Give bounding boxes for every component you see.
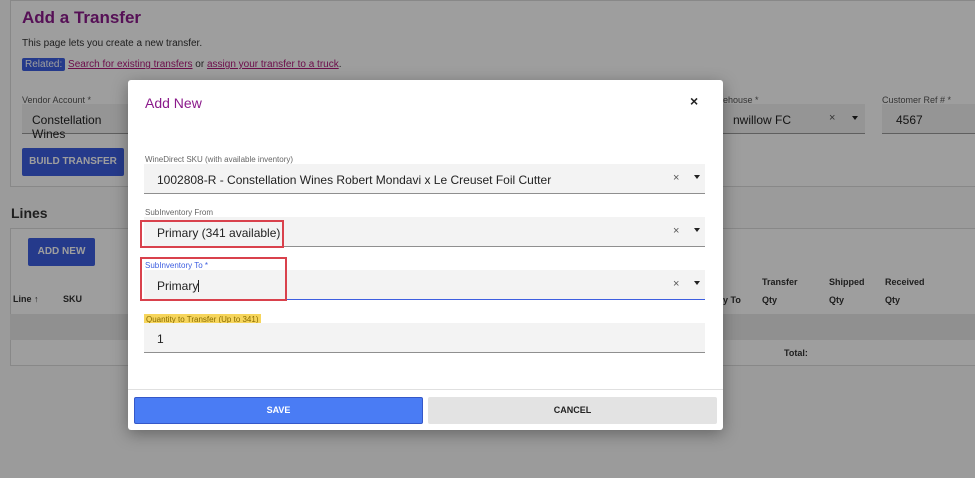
chevron-down-icon[interactable] bbox=[694, 228, 700, 232]
clear-icon[interactable]: × bbox=[673, 278, 679, 290]
add-new-dialog: Add New × WineDirect SKU (with available… bbox=[128, 80, 723, 430]
highlight-box bbox=[140, 220, 284, 248]
sku-select[interactable]: 1002808-R - Constellation Wines Robert M… bbox=[144, 164, 705, 194]
dialog-footer-divider bbox=[128, 389, 723, 390]
save-button[interactable]: SAVE bbox=[134, 397, 423, 424]
quantity-input[interactable]: 1 bbox=[144, 323, 705, 353]
sku-value: 1002808-R - Constellation Wines Robert M… bbox=[157, 173, 552, 187]
quantity-value: 1 bbox=[157, 332, 164, 346]
highlight-box bbox=[140, 257, 287, 301]
clear-icon[interactable]: × bbox=[673, 225, 679, 237]
chevron-down-icon[interactable] bbox=[694, 175, 700, 179]
close-icon[interactable]: × bbox=[690, 93, 698, 109]
sku-label: WineDirect SKU (with available inventory… bbox=[145, 155, 294, 164]
chevron-down-icon[interactable] bbox=[694, 281, 700, 285]
subinventory-from-label: SubInventory From bbox=[145, 208, 214, 217]
cancel-button[interactable]: CANCEL bbox=[428, 397, 717, 424]
clear-icon[interactable]: × bbox=[673, 172, 679, 184]
dialog-title: Add New bbox=[145, 95, 202, 111]
